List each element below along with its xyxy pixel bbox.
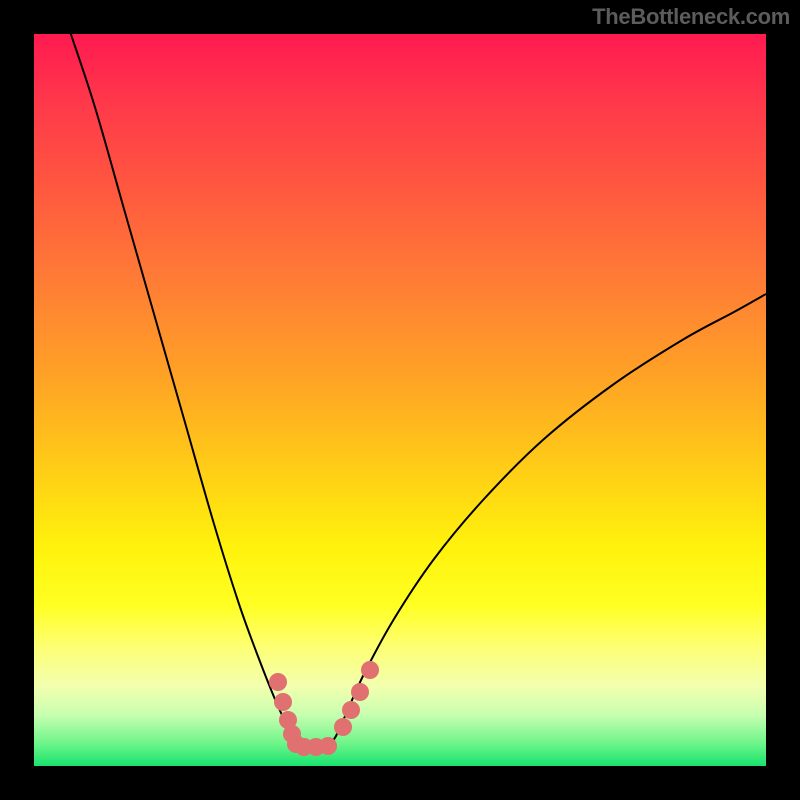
data-marker [319,737,337,755]
data-marker [269,673,287,691]
data-marker [361,661,379,679]
curve-right-curve [329,294,766,746]
plot-area [34,34,766,766]
data-marker [342,701,360,719]
data-marker [334,718,352,736]
chart-container: TheBottleneck.com [0,0,800,800]
curve-layer [34,34,766,766]
curve-left-curve [64,34,299,746]
watermark-text: TheBottleneck.com [592,4,790,30]
data-marker [351,683,369,701]
data-marker [274,693,292,711]
